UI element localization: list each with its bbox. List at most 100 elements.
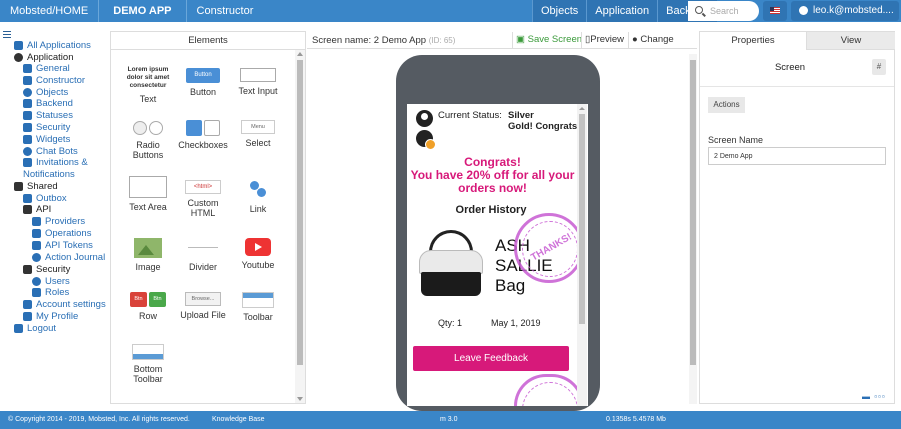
checkbox-preview-icon xyxy=(186,120,220,136)
sidebar-item-my-profile[interactable]: My Profile xyxy=(23,311,78,322)
nav-application[interactable]: Application xyxy=(586,0,658,22)
element-row[interactable]: Btn Btn Row xyxy=(121,292,175,321)
user-menu-button[interactable]: leo.k@mobsted.... xyxy=(791,1,899,21)
sidebar-item-notifications[interactable]: Notifications xyxy=(23,169,75,180)
sidebar-item-widgets[interactable]: Widgets xyxy=(23,134,70,145)
element-text-input[interactable]: Text Input xyxy=(231,68,285,96)
element-checkboxes[interactable]: Checkboxes xyxy=(176,120,230,150)
history-icon xyxy=(32,253,41,262)
current-status-value: Silver Gold! Congrats! xyxy=(508,110,581,132)
sidebar-item-outbox[interactable]: Outbox xyxy=(23,193,67,204)
screen-name-label: Screen name: 2 Demo App (ID: 65) xyxy=(312,35,456,46)
tab-view[interactable]: View xyxy=(807,32,895,50)
canvas-scrollbar[interactable] xyxy=(689,54,697,404)
properties-title: Screen xyxy=(774,62,806,73)
gear-icon xyxy=(23,300,32,309)
table-icon xyxy=(23,99,32,108)
sidebar-item-api[interactable]: API xyxy=(23,204,51,215)
sidebar-item-logout[interactable]: Logout xyxy=(14,323,56,334)
outbox-icon xyxy=(23,194,32,203)
search-input[interactable]: Search xyxy=(688,1,759,21)
footer: © Copyright 2014 - 2019, Mobsted, Inc. A… xyxy=(0,411,901,429)
sidebar-item-backend[interactable]: Backend xyxy=(23,98,73,109)
elements-scrollbar[interactable] xyxy=(295,50,305,403)
element-image[interactable]: Image xyxy=(121,238,175,272)
list-icon xyxy=(14,41,23,50)
congrats-message: Congrats! You have 20% off for all your o… xyxy=(410,155,575,195)
lock-icon xyxy=(23,123,32,132)
sidebar-item-operations[interactable]: Operations xyxy=(32,228,91,239)
brand-home-link[interactable]: Mobsted/HOME xyxy=(0,0,100,22)
cloud-icon xyxy=(14,53,23,62)
sidebar-item-users[interactable]: Users xyxy=(32,276,70,287)
app-name[interactable]: DEMO APP xyxy=(99,0,187,22)
element-bottom-toolbar[interactable]: Bottom Toolbar xyxy=(121,344,175,384)
element-select[interactable]: Menu Select xyxy=(231,120,285,148)
element-divider[interactable]: Divider xyxy=(176,238,230,272)
sidebar-item-security[interactable]: Security xyxy=(23,122,70,133)
element-toolbar[interactable]: Toolbar xyxy=(231,292,285,322)
sidebar-item-account-settings[interactable]: Account settings xyxy=(23,299,106,310)
stack-icon xyxy=(14,182,23,191)
tag-icon xyxy=(23,111,32,120)
sidebar-item-action-journal[interactable]: Action Journal xyxy=(32,252,105,263)
sidebar-item-invitations[interactable]: Invitations & xyxy=(23,157,88,168)
link-icon xyxy=(247,178,269,200)
save-screen-button[interactable]: ▣ Save Screen xyxy=(512,32,585,48)
sidebar-item-general[interactable]: General xyxy=(23,63,70,74)
panel-controls-icon[interactable]: ▬ ▫▫▫ xyxy=(862,392,886,401)
hash-button[interactable]: # xyxy=(872,59,886,75)
sidebar-item-all-applications[interactable]: All Applications xyxy=(14,40,91,51)
sidebar-item-objects[interactable]: Objects xyxy=(23,87,68,98)
element-radio-buttons[interactable]: Radio Buttons xyxy=(121,120,175,160)
menu-toggle-icon[interactable] xyxy=(3,31,11,38)
divider-icon xyxy=(188,238,218,258)
phone-scroll-thumb[interactable] xyxy=(579,114,585,324)
badge-avatar-icon xyxy=(416,130,436,150)
preview-button[interactable]: ▯Preview xyxy=(581,32,627,48)
language-flag-button[interactable] xyxy=(763,1,787,21)
phone-scrollbar[interactable] xyxy=(577,104,587,406)
elements-panel: Elements Lorem ipsum dolor sit amet cons… xyxy=(110,31,306,404)
element-button[interactable]: Button Button xyxy=(176,68,230,97)
leave-feedback-button[interactable]: Leave Feedback xyxy=(413,346,569,371)
sidebar-item-chat-bots[interactable]: Chat Bots xyxy=(23,146,78,157)
sidebar-item-constructor[interactable]: Constructor xyxy=(23,75,85,86)
user-email: leo.k@mobsted.... xyxy=(813,5,894,16)
element-link[interactable]: Link xyxy=(231,178,285,214)
nav-objects[interactable]: Objects xyxy=(532,0,587,22)
order-qty: Qty: 1 xyxy=(438,318,463,328)
select-preview: Menu xyxy=(241,120,275,134)
upload-preview: Browse... xyxy=(185,292,221,306)
element-text[interactable]: Lorem ipsum dolor sit amet consectetur T… xyxy=(121,66,175,104)
list-icon xyxy=(32,217,41,226)
element-youtube[interactable]: Youtube xyxy=(231,238,285,270)
textarea-preview xyxy=(129,176,167,198)
tab-properties[interactable]: Properties xyxy=(700,32,807,50)
sidebar-item-api-tokens[interactable]: API Tokens xyxy=(32,240,93,251)
image-icon xyxy=(134,238,162,258)
screen-name-input[interactable] xyxy=(708,147,886,165)
properties-panel: Properties View Screen # Actions Screen … xyxy=(699,31,895,404)
sidebar-item-application[interactable]: Application xyxy=(14,52,73,63)
knowledge-base-link[interactable]: Knowledge Base xyxy=(212,411,265,429)
sidebar-item-roles[interactable]: Roles xyxy=(32,287,69,298)
change-view-button[interactable]: ● Change View xyxy=(628,32,697,61)
element-text-area[interactable]: Text Area xyxy=(121,176,175,212)
row-preview: Btn Btn xyxy=(129,292,167,307)
toolbar-icon xyxy=(242,292,274,308)
settings-icon xyxy=(23,312,32,321)
element-custom-html[interactable]: <html> Custom HTML xyxy=(176,180,230,218)
us-flag-icon xyxy=(770,7,780,14)
sidebar-item-shared[interactable]: Shared xyxy=(14,181,58,192)
sidebar-item-statuses[interactable]: Statuses xyxy=(23,110,73,121)
gift-icon xyxy=(23,158,32,167)
key-icon xyxy=(32,241,41,250)
sidebar-item-shared-security[interactable]: Security xyxy=(23,264,70,275)
element-upload-file[interactable]: Browse... Upload File xyxy=(176,292,230,320)
user-avatar-icon xyxy=(416,110,433,127)
sidebar-item-providers[interactable]: Providers xyxy=(32,216,85,227)
actions-button[interactable]: Actions xyxy=(708,97,745,113)
elements-scroll-thumb[interactable] xyxy=(297,60,303,365)
canvas-scroll-thumb[interactable] xyxy=(690,60,696,365)
